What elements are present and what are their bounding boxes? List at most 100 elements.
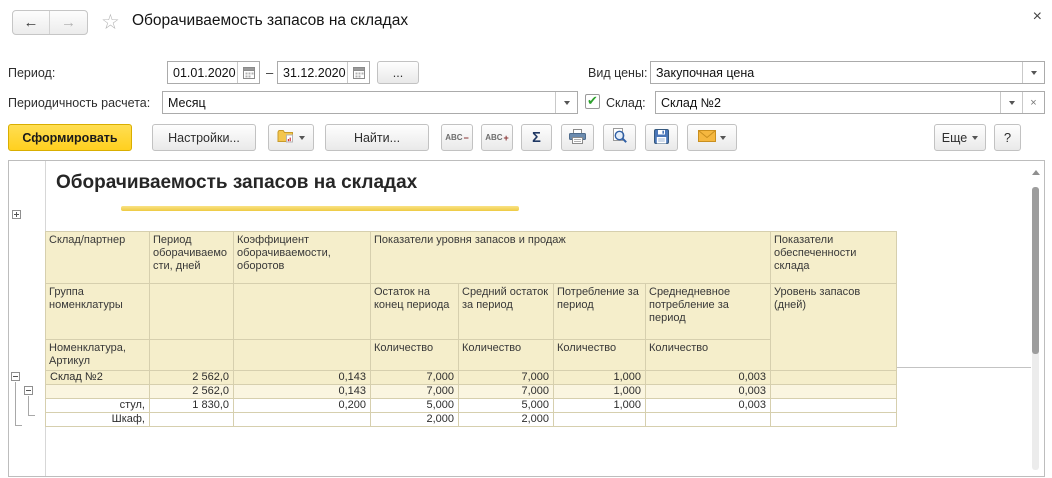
settings-button[interactable]: Настройки... bbox=[152, 124, 256, 151]
value-cell[interactable]: 1 830,0 bbox=[149, 398, 234, 413]
font-decrease-button[interactable]: ABC − bbox=[441, 124, 473, 151]
forward-button[interactable]: → bbox=[50, 11, 87, 34]
mail-button[interactable] bbox=[687, 124, 737, 151]
print-button[interactable] bbox=[561, 124, 594, 151]
value-cell[interactable]: 2 562,0 bbox=[149, 370, 234, 385]
help-button[interactable]: ? bbox=[994, 124, 1021, 151]
value-cell[interactable] bbox=[770, 370, 897, 385]
warehouse-field: Склад №2 × bbox=[655, 91, 1045, 114]
preview-button[interactable] bbox=[603, 124, 636, 151]
value-cell[interactable]: 2,000 bbox=[370, 412, 459, 427]
value-cell[interactable]: 7,000 bbox=[458, 370, 554, 385]
header-cell: Остаток на конец периода bbox=[370, 283, 459, 340]
table-row: 2 562,0 0,143 7,000 7,000 1,000 0,003 bbox=[45, 384, 897, 399]
more-button[interactable]: Еще bbox=[934, 124, 986, 151]
price-type-dropdown-button[interactable] bbox=[1022, 62, 1044, 83]
collapse-subgroup-box[interactable] bbox=[24, 386, 33, 395]
close-button[interactable]: × bbox=[1033, 9, 1042, 25]
value-cell[interactable]: 0,200 bbox=[233, 398, 371, 413]
clear-icon: × bbox=[1030, 96, 1037, 109]
period-from-input[interactable]: 01.01.2020 bbox=[168, 62, 237, 83]
value-cell[interactable] bbox=[770, 384, 897, 399]
generate-button[interactable]: Сформировать bbox=[8, 124, 132, 151]
value-cell[interactable] bbox=[149, 412, 234, 427]
periodicity-field: Месяц bbox=[162, 91, 578, 114]
value-cell[interactable]: 1,000 bbox=[553, 398, 646, 413]
header-cell bbox=[149, 339, 234, 371]
period-to-input[interactable]: 31.12.2020 bbox=[278, 62, 347, 83]
header-row-3: Номенклатура, Артикул Количество Количес… bbox=[45, 339, 897, 371]
collapse-group-box[interactable] bbox=[11, 372, 20, 381]
value-cell[interactable]: 7,000 bbox=[458, 384, 554, 399]
row-name-cell[interactable]: Шкаф, bbox=[45, 412, 150, 427]
header-cell: Средний остаток за период bbox=[458, 283, 554, 340]
report-title: Оборачиваемость запасов на складах bbox=[56, 172, 418, 193]
chevron-down-icon bbox=[299, 135, 305, 140]
more-label: Еще bbox=[941, 130, 968, 145]
price-type-label: Вид цены: bbox=[588, 66, 648, 80]
period-from-calendar-button[interactable] bbox=[237, 62, 259, 83]
header-cell: Количество bbox=[645, 339, 771, 371]
value-cell[interactable] bbox=[645, 412, 771, 427]
folder-icon bbox=[277, 129, 295, 146]
back-button[interactable]: ← bbox=[13, 11, 50, 34]
periodicity-label: Периодичность расчета: bbox=[8, 96, 151, 110]
value-cell[interactable] bbox=[553, 412, 646, 427]
report-variants-button[interactable] bbox=[268, 124, 314, 151]
header-cell: Номенклатура, Артикул bbox=[45, 339, 150, 371]
value-cell[interactable] bbox=[770, 412, 897, 427]
warehouse-checkbox[interactable]: ✔ bbox=[585, 94, 600, 109]
vertical-scrollbar[interactable] bbox=[1030, 163, 1042, 474]
header-cell bbox=[233, 339, 371, 371]
value-cell[interactable]: 5,000 bbox=[458, 398, 554, 413]
tree-line bbox=[28, 396, 29, 416]
expand-title-box[interactable] bbox=[12, 210, 21, 219]
header-cell: Среднедневное потребление за период bbox=[645, 283, 771, 340]
table-row: Склад №2 2 562,0 0,143 7,000 7,000 1,000… bbox=[45, 370, 897, 385]
header-cell: Коэффициент оборачиваемости, оборотов bbox=[233, 231, 371, 284]
font-increase-button[interactable]: ABC + bbox=[481, 124, 513, 151]
period-label: Период: bbox=[8, 66, 56, 80]
row-name-cell[interactable]: Склад №2 bbox=[45, 370, 150, 385]
period-more-button[interactable]: ... bbox=[377, 61, 419, 84]
sum-button[interactable]: Σ bbox=[521, 124, 552, 151]
scroll-thumb[interactable] bbox=[1032, 187, 1039, 354]
report-area: Оборачиваемость запасов на складах Склад… bbox=[8, 160, 1045, 477]
value-cell[interactable]: 7,000 bbox=[370, 384, 459, 399]
warehouse-select[interactable]: Склад №2 bbox=[656, 92, 1000, 113]
value-cell[interactable]: 5,000 bbox=[370, 398, 459, 413]
row-name-cell[interactable]: стул, bbox=[45, 398, 150, 413]
warehouse-clear-button[interactable]: × bbox=[1022, 92, 1044, 113]
find-button[interactable]: Найти... bbox=[325, 124, 429, 151]
header-cell: Группа номенклатуры bbox=[45, 283, 150, 340]
report-window: ← → ☆ Оборачиваемость запасов на складах… bbox=[0, 0, 1052, 478]
value-cell[interactable]: 0,143 bbox=[233, 384, 371, 399]
header-cell: Потребление за период bbox=[553, 283, 646, 340]
header-cell: Количество bbox=[458, 339, 554, 371]
value-cell[interactable]: 0,003 bbox=[645, 384, 771, 399]
value-cell[interactable]: 7,000 bbox=[370, 370, 459, 385]
value-cell[interactable]: 2,000 bbox=[458, 412, 554, 427]
value-cell[interactable]: 1,000 bbox=[553, 370, 646, 385]
header-row-1: Склад/партнер Период оборачиваемости, дн… bbox=[45, 231, 897, 284]
value-cell[interactable]: 0,143 bbox=[233, 370, 371, 385]
value-cell[interactable] bbox=[233, 412, 371, 427]
chevron-down-icon bbox=[563, 100, 570, 105]
value-cell[interactable] bbox=[770, 398, 897, 413]
value-cell[interactable]: 1,000 bbox=[553, 384, 646, 399]
value-cell[interactable]: 0,003 bbox=[645, 370, 771, 385]
periodicity-select[interactable]: Месяц bbox=[163, 92, 555, 113]
period-to-calendar-button[interactable] bbox=[347, 62, 369, 83]
save-button[interactable] bbox=[645, 124, 678, 151]
tree-line bbox=[15, 382, 16, 426]
favorite-star-icon[interactable]: ☆ bbox=[101, 10, 120, 35]
period-to-field: 31.12.2020 bbox=[277, 61, 370, 84]
value-cell[interactable]: 0,003 bbox=[645, 398, 771, 413]
envelope-icon bbox=[698, 130, 716, 145]
warehouse-dropdown-button[interactable] bbox=[1000, 92, 1022, 113]
scroll-up-icon[interactable] bbox=[1032, 170, 1040, 175]
row-name-cell[interactable] bbox=[45, 384, 150, 399]
value-cell[interactable]: 2 562,0 bbox=[149, 384, 234, 399]
price-type-select[interactable]: Закупочная цена bbox=[651, 62, 1022, 83]
periodicity-dropdown-button[interactable] bbox=[555, 92, 577, 113]
